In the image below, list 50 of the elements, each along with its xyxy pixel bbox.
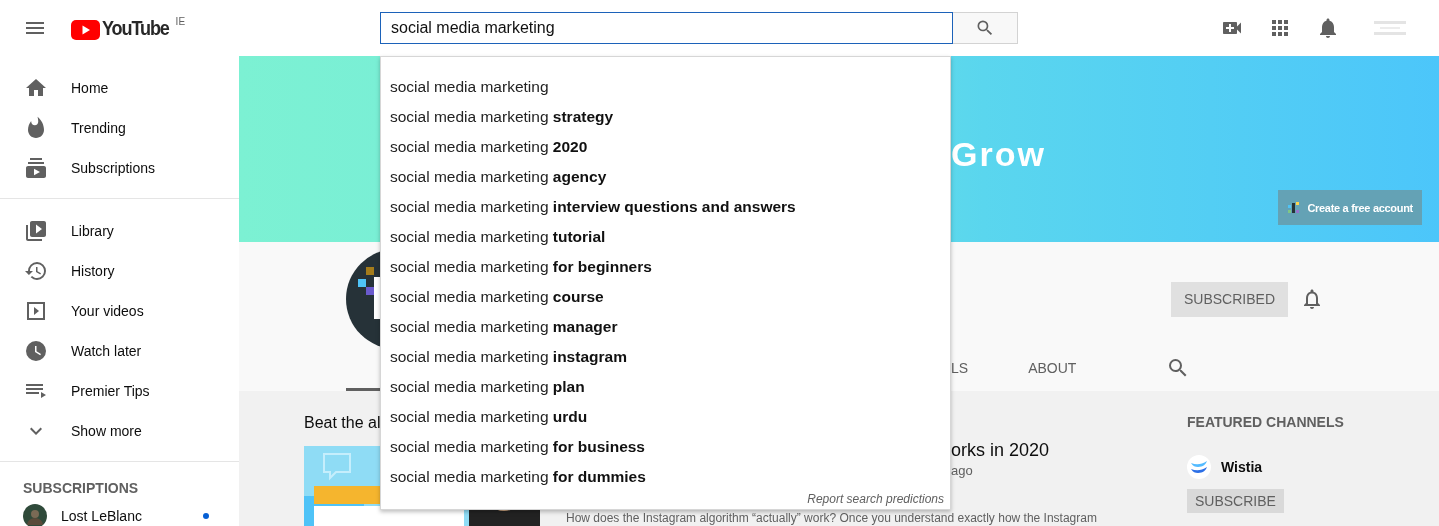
banner-headline: Grow — [951, 134, 1047, 174]
sidebar-item[interactable]: Your videos — [0, 291, 239, 331]
sidebar-item[interactable]: Library — [0, 211, 239, 251]
logo-icon — [1287, 200, 1302, 215]
search-suggestion[interactable]: social media marketing agency — [381, 162, 950, 192]
play-icon — [24, 299, 48, 323]
video-title[interactable]: orks in 2020 — [951, 438, 1187, 462]
search-suggestion[interactable]: social media marketing interview questions and answers — [381, 192, 950, 222]
section-title: Beat the al — [304, 413, 381, 433]
library-icon — [24, 219, 48, 243]
search-suggestion[interactable]: social media marketing plan — [381, 372, 950, 402]
sidebar-item[interactable]: Watch later — [0, 331, 239, 371]
report-link[interactable]: Report search predictions — [807, 492, 944, 506]
section-heading: SUBSCRIPTIONS — [22, 479, 140, 498]
section-heading: FEATURED CHANNELS — [1187, 413, 1344, 431]
sidebar-item[interactable]: Subscriptions — [0, 148, 239, 188]
video-description: How does the Instagram algorithm “actually” work? Once you understand exactly how the Instagram — [566, 512, 1098, 525]
logo-text[interactable]: YouTube — [102, 16, 169, 40]
channel-tab[interactable]: ABOUT — [1028, 356, 1077, 378]
search-field[interactable]: social media marketing — [380, 12, 953, 44]
channel-tab[interactable]: LS — [951, 356, 969, 378]
region-label: IE — [175, 16, 186, 27]
search-suggestion[interactable]: social media marketing manager — [381, 312, 950, 342]
search-suggestion[interactable]: social media marketing instagram — [381, 342, 950, 372]
search-suggestion[interactable]: social media marketing urdu — [381, 402, 950, 432]
subscriptions-icon — [24, 156, 48, 180]
subscribe-button[interactable]: SUBSCRIBE — [1187, 489, 1284, 513]
search-button[interactable] — [953, 12, 1018, 44]
channel-logo-icon[interactable] — [1187, 455, 1211, 479]
search-suggestion[interactable]: social media marketing tutorial — [381, 222, 950, 252]
sidebar-item[interactable]: Show more — [0, 411, 239, 451]
sidebar-item[interactable]: Home — [0, 68, 239, 108]
search-suggestion[interactable]: social media marketing for business — [381, 432, 950, 462]
play-logo-icon[interactable] — [71, 20, 100, 40]
search-suggestion[interactable]: social media marketing — [381, 72, 950, 102]
sidebar-item[interactable]: History — [0, 251, 239, 291]
search-suggestion[interactable]: social media marketing for beginners — [381, 252, 950, 282]
search-suggestion[interactable]: social media marketing 2020 — [381, 132, 950, 162]
search-suggestion[interactable]: social media marketing course — [381, 282, 950, 312]
channel-name[interactable]: Wistia — [1221, 459, 1263, 475]
search-suggestion[interactable]: social media marketing for dummies — [381, 462, 950, 492]
history-icon — [24, 259, 48, 283]
sidebar-item[interactable]: Premier Tips — [0, 371, 239, 411]
clock-icon — [24, 339, 48, 363]
search-suggestion[interactable]: social media marketing strategy — [381, 102, 950, 132]
subscribed-button[interactable]: SUBSCRIBED — [1170, 281, 1288, 317]
search-icon — [975, 18, 995, 38]
subscription-item[interactable]: Lost LeBlanc — [0, 502, 239, 526]
sidebar-item[interactable]: Trending — [0, 108, 239, 148]
video-meta: ago — [951, 462, 974, 480]
